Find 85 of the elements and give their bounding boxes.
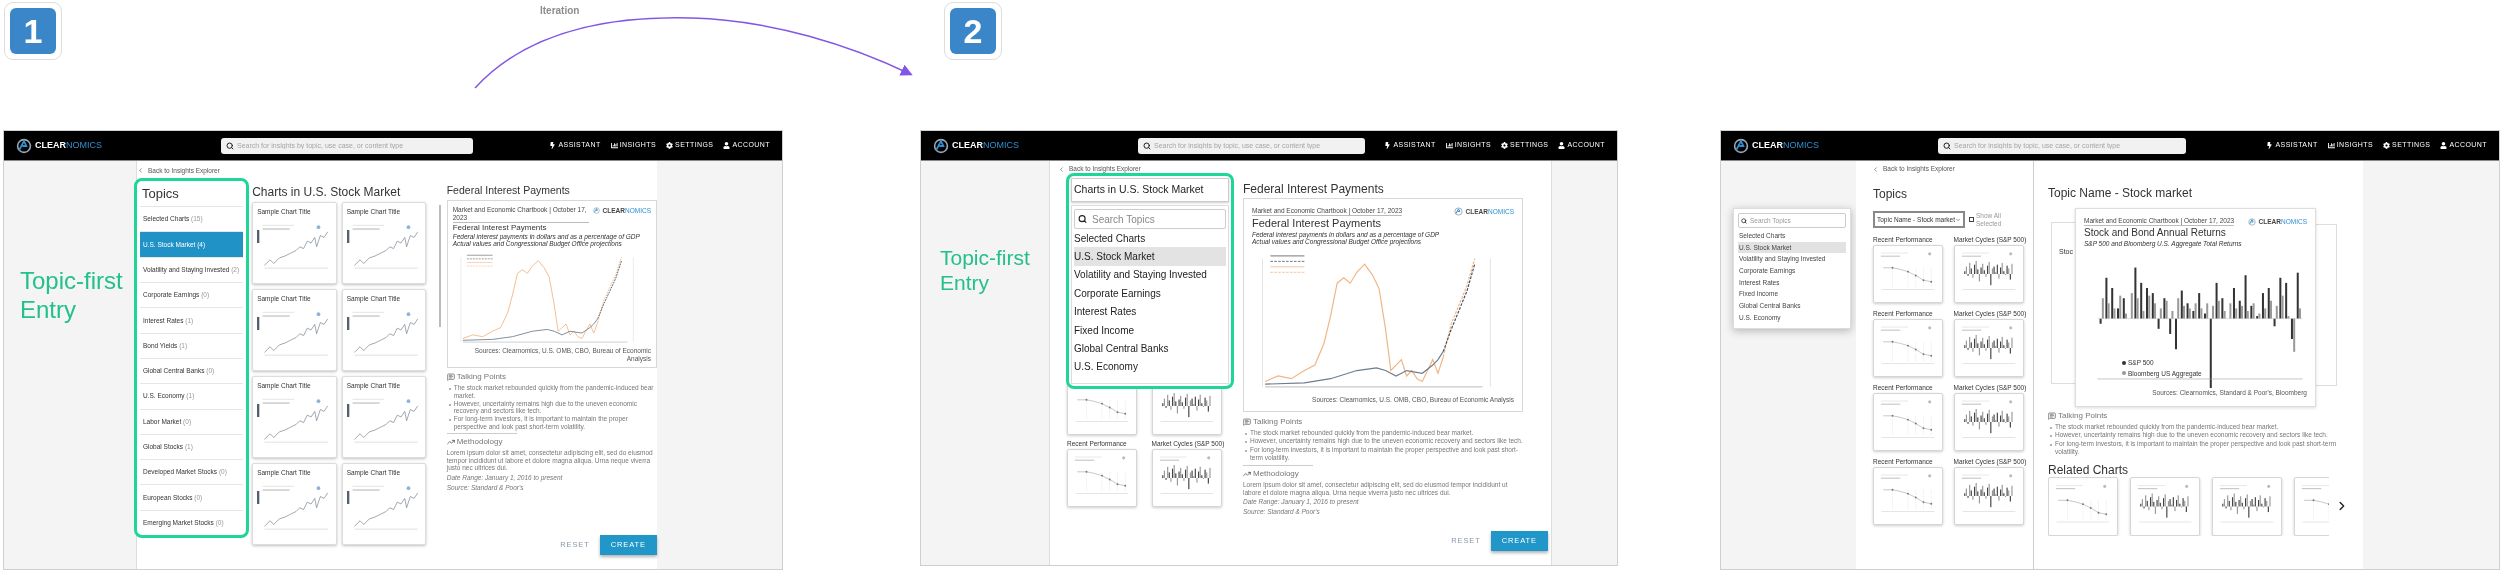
search-icon: [1143, 141, 1151, 150]
speech-bubble-icon: [446, 373, 455, 381]
chart-thumbnail[interactable]: [1067, 449, 1137, 507]
section-heading: Talking Points: [1253, 416, 1303, 428]
caption: Topic-first Entry: [20, 267, 124, 325]
panel-title: Topics: [1872, 186, 1908, 203]
user-icon: [2440, 142, 2448, 149]
bolt-icon: [2266, 142, 2274, 149]
legend-line: [466, 258, 493, 259]
caption: Topic-first Entry: [940, 245, 1031, 296]
detail-title: Federal Interest Payments: [446, 183, 571, 198]
section-title: Charts in U.S. Stock Market: [252, 184, 402, 201]
chart-title: Federal Interest Payments: [452, 222, 548, 233]
legend-line: [1269, 266, 1305, 268]
chart-thumbnail[interactable]: [2212, 476, 2282, 536]
dropdown-item[interactable]: Selected Charts: [1074, 229, 1226, 248]
logo-icon: [16, 137, 32, 154]
chart-thumbnail[interactable]: [1151, 449, 1222, 507]
step-badge: 2: [944, 2, 1002, 60]
chart-thumbnail[interactable]: [1953, 319, 2024, 377]
logo-text: CLEARNOMICS: [1752, 138, 1819, 152]
bolt-icon: [1384, 142, 1392, 149]
chart-title: Stock and Bond Annual Returns: [2084, 226, 2227, 240]
legend-line: [466, 254, 493, 256]
dropdown-item[interactable]: Fixed Income: [1074, 320, 1226, 340]
scroll-bar[interactable]: [438, 205, 441, 327]
chart-thumbnail[interactable]: [1873, 245, 1943, 303]
dropdown-item[interactable]: Volatility and Staying Invested: [1074, 265, 1226, 285]
user-icon: [1558, 142, 1566, 149]
legend-line: [466, 265, 493, 266]
logo-icon: [1453, 207, 1463, 217]
checkbox[interactable]: [1969, 217, 1975, 222]
panel-title: Topics: [141, 185, 180, 203]
chart-thumbnail[interactable]: [1873, 467, 1943, 525]
legend-line: [466, 261, 493, 263]
search-icon: [1078, 214, 1087, 224]
bolt-icon: [549, 142, 557, 149]
transition-label: Iteration: [540, 4, 580, 18]
bar-chart-icon: [610, 142, 618, 149]
logo-icon: [2247, 217, 2256, 226]
settings-icon: [2383, 142, 2391, 149]
legend-line: [1269, 261, 1305, 263]
logo-icon: [1733, 137, 1749, 154]
chart-thumbnail[interactable]: [1953, 245, 2024, 303]
logo-icon: [592, 207, 600, 215]
chart-thumbnail[interactable]: [2048, 476, 2118, 536]
section-title: Related Charts: [2048, 461, 2130, 477]
dropdown-item[interactable]: U.S. Stock Market: [1074, 247, 1226, 266]
detail-title: Federal Interest Payments: [1243, 181, 1385, 198]
chart-thumbnail[interactable]: [1953, 393, 2024, 451]
bar-chart-icon: [2327, 142, 2335, 149]
section-heading: Talking Points: [456, 371, 507, 383]
detail-title: Topic Name - Stock market: [2048, 185, 2194, 200]
settings-icon: [1501, 142, 1509, 149]
user-icon: [723, 142, 731, 149]
logo-text: CLEARNOMICS: [952, 138, 1019, 152]
search-field[interactable]: Search Topics: [1074, 209, 1226, 229]
step-badge: 1: [4, 2, 62, 60]
search-icon: [1741, 217, 1747, 224]
section-heading: Talking Points: [2058, 410, 2108, 422]
logo-icon: [933, 137, 949, 154]
chart-thumbnail[interactable]: [1873, 393, 1943, 451]
search-icon: [226, 141, 234, 150]
bar-chart-icon: [1445, 142, 1453, 149]
dropdown-item[interactable]: Global Central Banks: [1074, 339, 1226, 358]
dropdown-item[interactable]: Interest Rates: [1074, 302, 1226, 321]
trend-icon: [446, 437, 455, 446]
chart-thumbnail[interactable]: [1873, 319, 1943, 377]
speech-bubble-icon: [1243, 418, 1251, 426]
chart-thumbnail[interactable]: [2130, 476, 2200, 536]
section-heading: Methodology: [456, 435, 503, 448]
dropdown-item[interactable]: U.S. Economy: [1074, 357, 1226, 377]
settings-icon: [666, 142, 674, 149]
chart-title: Federal Interest Payments: [1252, 216, 1382, 231]
legend-line: [1269, 255, 1305, 257]
dropdown-header[interactable]: Charts in U.S. Stock Market: [1071, 178, 1229, 202]
chart-thumbnail[interactable]: [1953, 467, 2024, 525]
chevron-down-icon: [1955, 216, 1962, 223]
legend-line: [1269, 272, 1305, 274]
trend-icon: [1243, 469, 1251, 478]
logo-text: CLEARNOMICS: [35, 138, 102, 152]
section-heading: Methodology: [1253, 467, 1299, 480]
search-icon: [1943, 141, 1951, 150]
speech-bubble-icon: [2048, 412, 2056, 420]
dropdown-item[interactable]: Corporate Earnings: [1074, 284, 1226, 303]
